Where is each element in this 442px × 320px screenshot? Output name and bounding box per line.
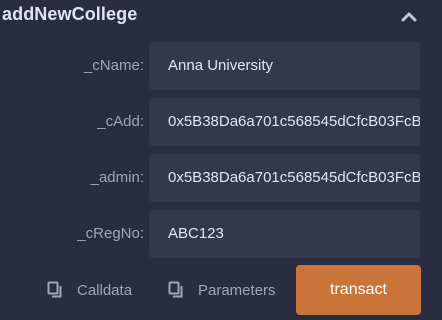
param-row-cadd: _cAdd: — [0, 98, 442, 146]
transact-button[interactable]: transact — [296, 265, 421, 315]
copy-icon — [168, 281, 183, 298]
admin-input[interactable] — [149, 154, 420, 202]
cname-input[interactable] — [149, 42, 420, 90]
function-title: addNewCollege — [2, 4, 138, 24]
copy-icon — [47, 281, 62, 298]
param-row-cname: _cName: — [0, 42, 442, 90]
chevron-up-icon[interactable] — [398, 6, 420, 26]
param-label-admin: _admin: — [90, 169, 144, 186]
param-label-cadd: _cAdd: — [97, 113, 144, 130]
param-label-cregno: _cRegNo: — [77, 225, 144, 242]
param-label-cname: _cName: — [83, 57, 144, 74]
calldata-button[interactable]: Calldata — [47, 270, 132, 310]
calldata-label: Calldata — [77, 281, 133, 299]
param-row-cregno: _cRegNo: — [0, 210, 442, 258]
function-panel: addNewCollege _cName: _cAdd: _admin: _cR… — [0, 0, 442, 320]
cadd-input[interactable] — [149, 98, 420, 146]
function-header: addNewCollege — [0, 0, 442, 34]
cregno-input[interactable] — [149, 210, 420, 258]
parameters-label: Parameters — [198, 281, 276, 299]
param-row-admin: _admin: — [0, 154, 442, 202]
parameters-button[interactable]: Parameters — [168, 270, 276, 310]
